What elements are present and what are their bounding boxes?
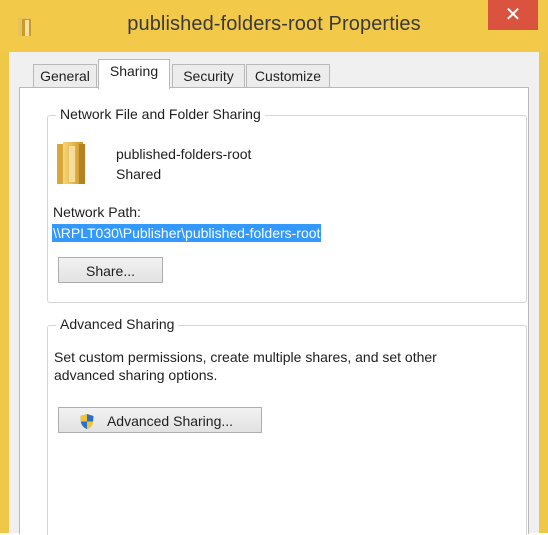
uac-shield-icon xyxy=(80,414,94,429)
sharing-panel: Network File and Folder Sharing publishe… xyxy=(19,87,529,535)
properties-window: published-folders-root Properties ✕ Gene… xyxy=(0,0,548,535)
folder-name: published-folders-root xyxy=(116,146,252,162)
advanced-sharing-group: Advanced Sharing Set custom permissions,… xyxy=(47,316,527,535)
network-sharing-group-label: Network File and Folder Sharing xyxy=(56,106,265,122)
close-button[interactable]: ✕ xyxy=(488,0,538,30)
window-title: published-folders-root Properties xyxy=(127,13,421,35)
advanced-sharing-description-line2: advanced sharing options. xyxy=(54,367,218,383)
share-status: Shared xyxy=(116,166,162,182)
title-bar[interactable]: published-folders-root Properties ✕ xyxy=(0,0,548,52)
share-button[interactable]: Share... xyxy=(58,257,163,283)
advanced-sharing-button-label: Advanced Sharing... xyxy=(106,413,234,429)
network-sharing-group: Network File and Folder Sharing publishe… xyxy=(47,106,527,303)
advanced-sharing-description-line1: Set custom permissions, create multiple … xyxy=(54,349,437,365)
network-path-value[interactable]: \\RPLT030\Publisher\published-folders-ro… xyxy=(52,224,322,242)
tab-sharing[interactable]: Sharing xyxy=(98,59,170,89)
shared-folder-icon xyxy=(57,142,85,184)
close-icon: ✕ xyxy=(504,4,522,26)
tab-customize[interactable]: Customize xyxy=(246,64,330,87)
tab-security[interactable]: Security xyxy=(172,64,245,87)
advanced-sharing-group-label: Advanced Sharing xyxy=(56,316,179,332)
network-path-label: Network Path: xyxy=(53,204,141,220)
tab-general[interactable]: General xyxy=(33,64,97,87)
dialog-client: General Sharing Security Customize Netwo… xyxy=(9,52,539,535)
tab-strip: General Sharing Security Customize xyxy=(9,52,539,90)
advanced-sharing-button[interactable]: Advanced Sharing... xyxy=(58,407,262,433)
